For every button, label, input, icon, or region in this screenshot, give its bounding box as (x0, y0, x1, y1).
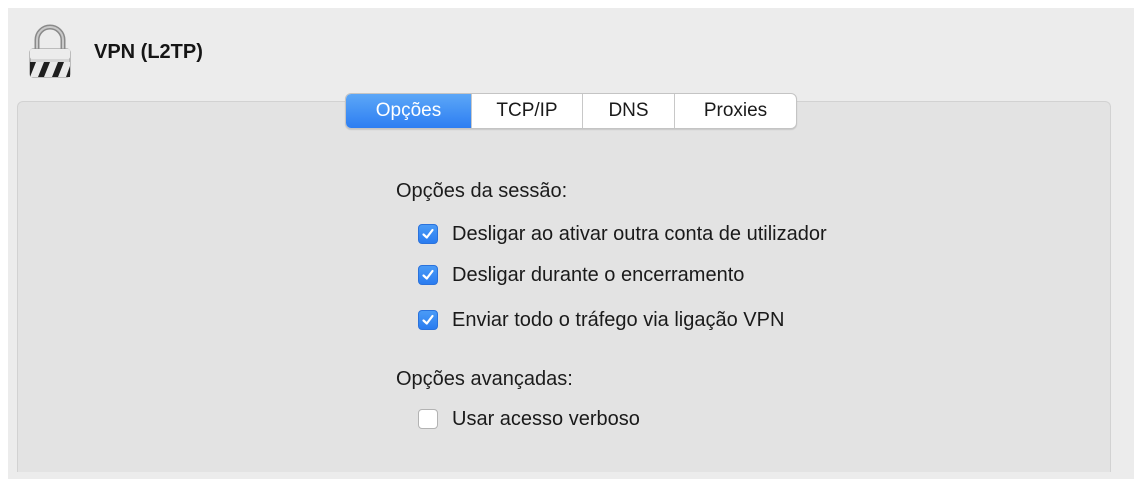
option-label: Enviar todo o tráfego via ligação VPN (452, 308, 785, 331)
send-all-traffic-option[interactable]: Enviar todo o tráfego via ligação VPN (418, 306, 784, 334)
disconnect-on-user-switch-option[interactable]: Desligar ao ativar outra conta de utiliz… (418, 220, 827, 248)
checkbox-checked[interactable] (418, 310, 438, 330)
header: VPN (L2TP) (24, 20, 203, 84)
tab-bar: Opções TCP/IP DNS Proxies (345, 93, 797, 129)
option-label: Desligar durante o encerramento (452, 263, 745, 286)
page-title: VPN (L2TP) (94, 40, 203, 63)
checkbox-checked[interactable] (418, 224, 438, 244)
disconnect-on-logout-option[interactable]: Desligar durante o encerramento (418, 261, 744, 289)
tab-tcp-ip[interactable]: TCP/IP (471, 94, 582, 128)
tab-opcoes[interactable]: Opções (346, 94, 471, 128)
option-label: Desligar ao ativar outra conta de utiliz… (452, 222, 827, 245)
lock-icon (24, 22, 76, 82)
checkbox-unchecked[interactable] (418, 409, 438, 429)
session-options-label: Opções da sessão: (396, 180, 568, 202)
checkmark-icon (422, 228, 434, 239)
checkmark-icon (422, 314, 434, 325)
advanced-options-label: Opções avançadas: (396, 368, 573, 390)
verbose-logging-option[interactable]: Usar acesso verboso (418, 405, 640, 433)
checkbox-checked[interactable] (418, 265, 438, 285)
checkmark-icon (422, 269, 434, 280)
tab-proxies[interactable]: Proxies (674, 94, 796, 128)
option-label: Usar acesso verboso (452, 407, 640, 430)
tab-dns[interactable]: DNS (582, 94, 674, 128)
